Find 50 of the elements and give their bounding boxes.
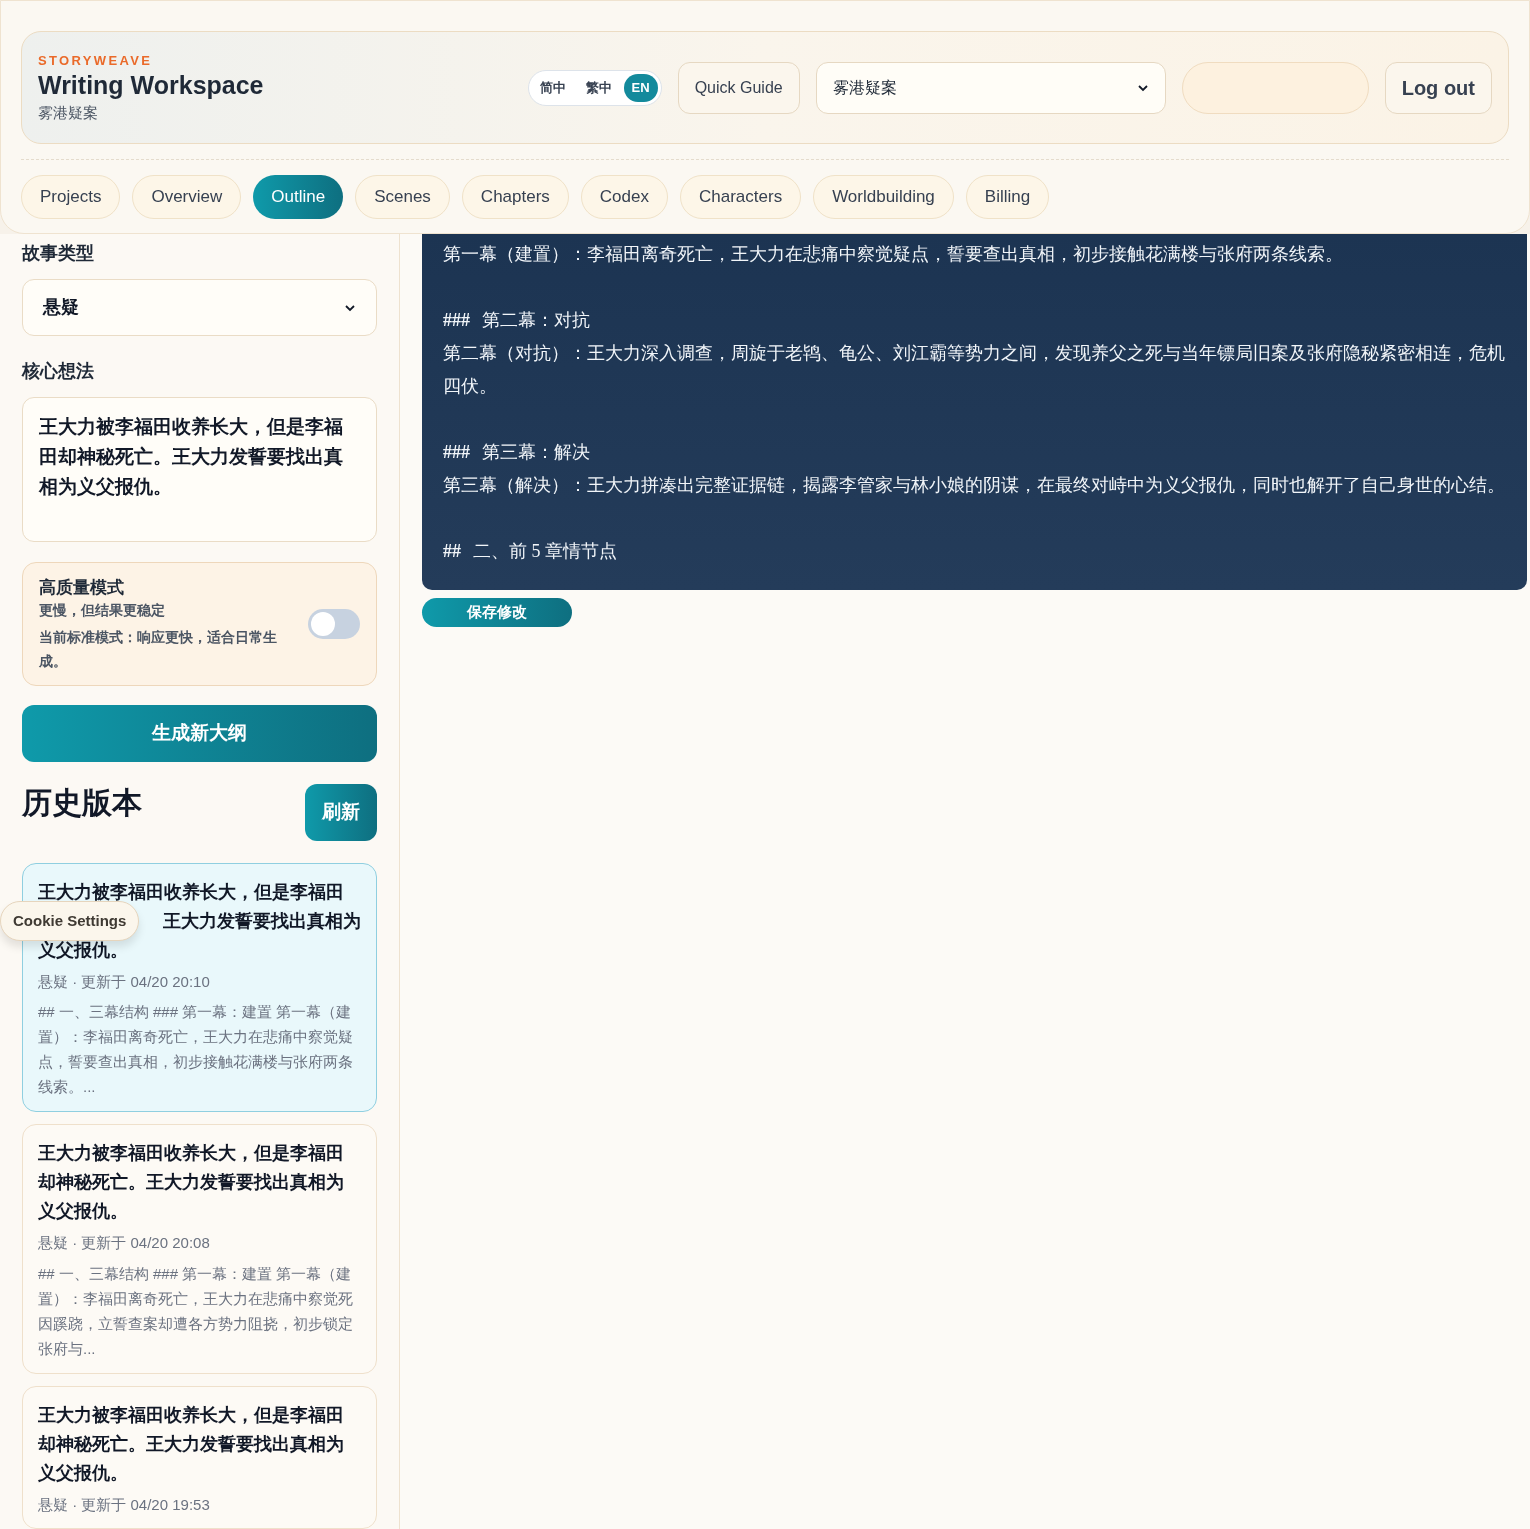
history-meta: 悬疑 · 更新于 04/20 19:53 xyxy=(38,1494,211,1515)
nav-tab[interactable]: Projects xyxy=(21,175,121,219)
nav-tab[interactable]: Billing xyxy=(965,175,1050,219)
refresh-button[interactable]: 刷新 xyxy=(305,783,377,841)
genre-select[interactable]: 悬疑 xyxy=(22,279,377,337)
history-card[interactable]: 王大力被李福田收养长大，但是李福田却神秘死亡。王大力发誓要找出真相为义父报仇。 悬疑 · 更新于 04/20 19:53 xyxy=(22,1385,377,1529)
quality-mode-title: 高质量模式 xyxy=(39,576,125,599)
nav-tab[interactable]: Characters xyxy=(680,175,802,219)
language-option[interactable]: EN xyxy=(623,73,658,102)
history-title: 义父报仇。 xyxy=(38,938,129,962)
history-title: 王大力被李福田收养长大，但是李福田 xyxy=(38,880,345,904)
outline-heading: ### 第二幕：对抗 xyxy=(443,309,591,332)
outline-heading: ## 二、前 5 章情节点 xyxy=(443,540,618,563)
nav-tab[interactable]: Worldbuilding xyxy=(813,175,954,219)
outline-paragraph: 第一幕（建置）：李福田离奇死亡，王大力在悲痛中察觉疑点，誓要查出真相，初步接触花满楼与张府两条线索。 xyxy=(443,243,1344,266)
idea-label: 核心想法 xyxy=(22,360,95,384)
quality-mode-status: 当前标准模式：响应更快，适合日常生成。 xyxy=(39,628,278,672)
history-preview: ## 一、三幕结构 ### 第一幕：建置 第一幕（建置）：李福田离奇死亡，王大力在悲痛中察觉死因蹊跷，立誓查案却遭各方势力阻挠，初步锁定张府与... xyxy=(38,1263,354,1359)
history-card[interactable]: 王大力被李福田收养长大，但是李福田却神秘死亡。王大力发誓要找出真相为义父报仇。 悬疑 · 更新于 04/20 20:08 ## 一、三幕结构 ### 第一幕：建置 第一幕（建置）：李福田离奇死亡，王大力在悲痛中察觉死因蹊跷，立誓查案却遭各方势力阻挠，初步锁定张府与... xyxy=(22,1124,377,1374)
history-meta: 悬疑 · 更新于 04/20 20:10 xyxy=(38,971,211,992)
idea-textarea[interactable]: 王大力被李福田收养长大，但是李福田却神秘死亡。王大力发誓要找出真相为义父报仇。 xyxy=(22,397,377,542)
language-option[interactable]: 简中 xyxy=(531,73,574,102)
history-heading: 历史版本 xyxy=(22,784,142,821)
nav-tab[interactable]: Scenes xyxy=(355,175,450,219)
quality-toggle[interactable] xyxy=(308,609,360,640)
nav-tab[interactable]: Codex xyxy=(580,175,668,219)
language-option[interactable]: 繁中 xyxy=(577,73,620,102)
history-meta: 悬疑 · 更新于 04/20 20:08 xyxy=(38,1233,211,1253)
quality-mode-hint: 更慢，但结果更稳定 xyxy=(39,601,166,621)
project-subtitle: 雾港疑案 xyxy=(38,102,99,123)
outline-editor[interactable] xyxy=(422,234,1527,590)
cookie-settings-button[interactable]: Cookie Settings xyxy=(0,901,140,941)
nav-tab[interactable]: Chapters xyxy=(461,175,569,219)
history-title: 王大力被李福田收养长大，但是李福田却神秘死亡。王大力发誓要找出真相为义父报仇。 xyxy=(38,1403,345,1485)
genre-label: 故事类型 xyxy=(22,242,95,265)
outline-heading: ### 第三幕：解决 xyxy=(443,441,591,464)
logout-button[interactable]: Log out xyxy=(1384,61,1492,114)
nav-tab[interactable]: Outline xyxy=(253,175,344,219)
project-select[interactable]: 雾港疑案 xyxy=(815,61,1166,114)
history-preview: ## 一、三幕结构 ### 第一幕：建置 第一幕（建置）：李福田离奇死亡，王大力在悲痛中察觉疑点，誓要查出真相，初步接触花满楼与张府两条线索。... xyxy=(38,1002,354,1097)
nav-tab[interactable]: Overview xyxy=(132,175,242,219)
generate-outline-button[interactable]: 生成新大纲 xyxy=(22,705,377,762)
save-button[interactable]: 保存修改 xyxy=(422,598,572,627)
quick-guide-button[interactable]: Quick Guide xyxy=(677,61,800,114)
history-title: 王大力被李福田收养长大，但是李福田却神秘死亡。王大力发誓要找出真相为义父报仇。 xyxy=(38,1142,345,1223)
outline-paragraph: 第二幕（对抗）：王大力深入调查，周旋于老鸨、龟公、刘江霸等势力之间，发现养父之死与当年镖局旧案及张府隐秘紧密相连，危机四伏。 xyxy=(443,342,1506,398)
outline-paragraph: 第三幕（解决）：王大力拼凑出完整证据链，揭露李管家与林小娘的阴谋，在最终对峙中为义父报仇，同时也解开了自己身世的心结。 xyxy=(443,474,1506,497)
brand-label: STORYWEAVE xyxy=(38,51,154,70)
history-title: 王大力发誓要找出真相为 xyxy=(163,909,361,933)
page-title: Writing Workspace xyxy=(38,70,264,102)
